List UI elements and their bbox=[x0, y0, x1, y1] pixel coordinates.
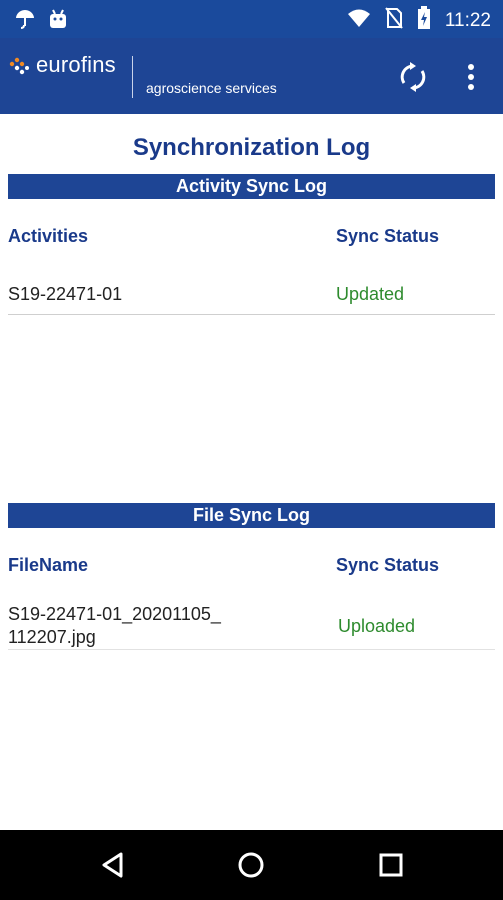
logo-divider bbox=[132, 56, 133, 98]
android-icon bbox=[48, 8, 68, 35]
activity-name: S19-22471-01 bbox=[8, 284, 123, 304]
sync-button[interactable] bbox=[396, 60, 430, 94]
wifi-icon bbox=[347, 8, 371, 33]
navigation-bar bbox=[0, 830, 503, 900]
logo-mark-icon bbox=[9, 57, 29, 75]
no-sim-icon bbox=[385, 7, 403, 34]
back-icon bbox=[102, 852, 123, 878]
clock: 11:22 bbox=[444, 9, 491, 31]
recents-button[interactable] bbox=[374, 848, 408, 882]
brand-subtitle: agroscience services bbox=[146, 80, 277, 96]
status-badge: Uploaded bbox=[338, 616, 416, 636]
brand-name: eurofins bbox=[36, 52, 116, 77]
page-title: Synchronization Log bbox=[132, 134, 371, 161]
row-divider bbox=[8, 314, 495, 315]
home-button[interactable] bbox=[234, 848, 268, 882]
battery-charging-icon bbox=[417, 6, 431, 35]
column-header-filename: FileName bbox=[8, 555, 89, 575]
umbrella-icon bbox=[14, 8, 36, 35]
status-badge: Updated bbox=[336, 284, 405, 304]
file-name-line1: S19-22471-01_20201105_ bbox=[8, 604, 221, 624]
row-divider bbox=[8, 649, 495, 650]
app-bar: eurofins agroscience services bbox=[0, 38, 503, 114]
file-sync-log-header: File Sync Log bbox=[8, 503, 495, 528]
file-name-line2: 112207.jpg bbox=[8, 627, 96, 647]
column-header-activities: Activities bbox=[8, 226, 89, 246]
activity-sync-log-header: Activity Sync Log bbox=[8, 174, 495, 199]
column-header-sync-status: Sync Status bbox=[336, 555, 440, 575]
status-bar: 11:22 bbox=[0, 0, 503, 38]
sync-icon bbox=[400, 62, 426, 92]
more-vert-icon bbox=[468, 64, 474, 90]
recents-icon bbox=[379, 853, 403, 877]
back-button[interactable] bbox=[96, 848, 130, 882]
home-icon bbox=[238, 852, 264, 878]
column-header-sync-status: Sync Status bbox=[336, 226, 440, 246]
overflow-menu-button[interactable] bbox=[458, 60, 484, 94]
eurofins-logo: eurofins bbox=[8, 52, 116, 78]
